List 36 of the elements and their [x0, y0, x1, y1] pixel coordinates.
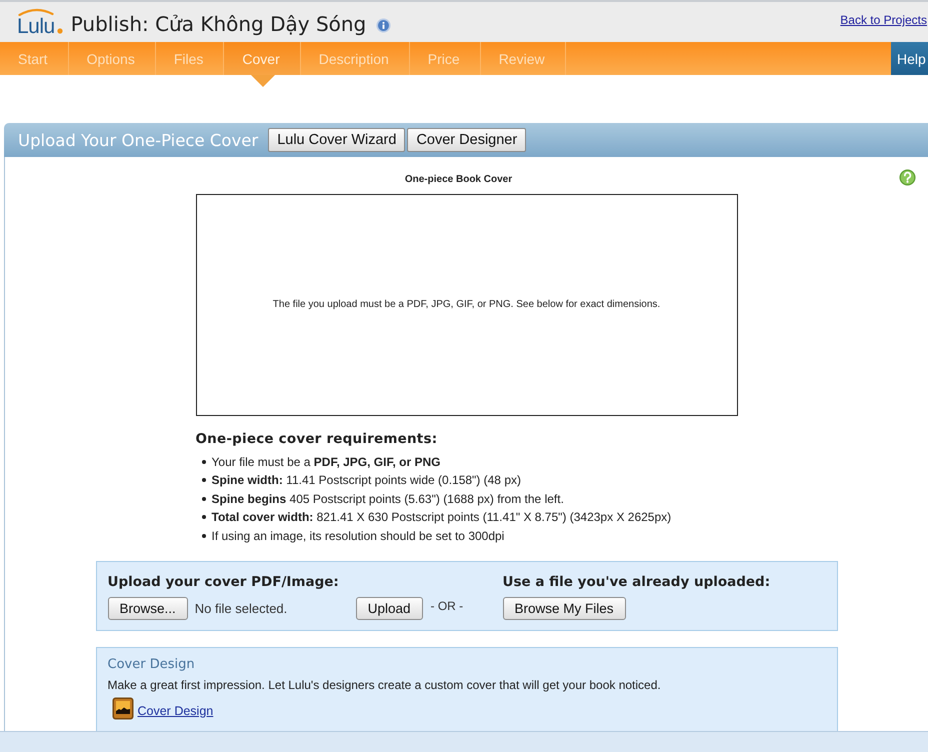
upload-heading: Upload your cover PDF/Image:: [108, 573, 340, 592]
bullet-icon: [202, 496, 206, 501]
requirement-text: If using an image, its resolution should be set to 300dpi: [212, 528, 504, 543]
logo-text: Lulu: [17, 16, 55, 36]
help-icon[interactable]: [899, 169, 916, 186]
requirement-text: Total cover width: 821.41 X 630 Postscript points (11.41" X 8.75") (3423px X 2625px): [212, 510, 672, 524]
header-button[interactable]: Lulu Cover Wizard: [268, 128, 406, 152]
requirement-text: Spine begins 405 Postscript points (5.63") (1688 px) from the left.: [212, 492, 564, 506]
cover-design-title: Cover Design: [108, 656, 196, 674]
bullet-icon: [202, 515, 206, 520]
logo-dot-icon: [56, 28, 63, 34]
page-title: Publish: Cửa Không Dậy Sóng: [70, 11, 366, 36]
file-status: No file selected.: [194, 601, 288, 616]
panel-title: Upload Your One-Piece Cover: [18, 130, 258, 150]
or-separator: - OR -: [430, 599, 464, 614]
requirements-heading: One-piece cover requirements:: [196, 430, 438, 449]
info-icon[interactable]: [376, 18, 392, 32]
bullet-icon: [202, 534, 206, 538]
preview-message: The file you upload must be a PDF, JPG, GIF, or PNG. See below for exact dimensions.: [272, 299, 660, 310]
browse-button[interactable]: Browse...: [108, 597, 188, 620]
browse-files-button[interactable]: Browse My Files: [502, 597, 626, 620]
cover-design-link[interactable]: Cover Design: [138, 700, 214, 718]
cover-design-description: Make a great first impression. Let Lulu's designers create a custom cover that will get your book noticed.: [108, 677, 662, 694]
help-tab[interactable]: Help: [891, 42, 928, 75]
requirement-text: Your file must be a PDF, JPG, GIF, or PNG: [212, 454, 440, 469]
preview-caption: One-piece Book Cover: [404, 173, 512, 187]
back-to-projects-link[interactable]: Back to Projects: [840, 13, 927, 27]
header-button[interactable]: Cover Designer: [407, 128, 526, 152]
upload-button[interactable]: Upload: [356, 597, 422, 620]
picture-icon[interactable]: [112, 697, 134, 720]
bullet-icon: [202, 460, 206, 464]
logo-arc-icon: [18, 8, 54, 16]
bullet-icon: [202, 478, 206, 482]
tab-pointer-icon: [250, 75, 275, 87]
requirement-text: Spine width: 11.41 Postscript points wide (0.158") (48 px): [212, 473, 521, 488]
existing-file-heading: Use a file you've already uploaded:: [502, 573, 770, 592]
